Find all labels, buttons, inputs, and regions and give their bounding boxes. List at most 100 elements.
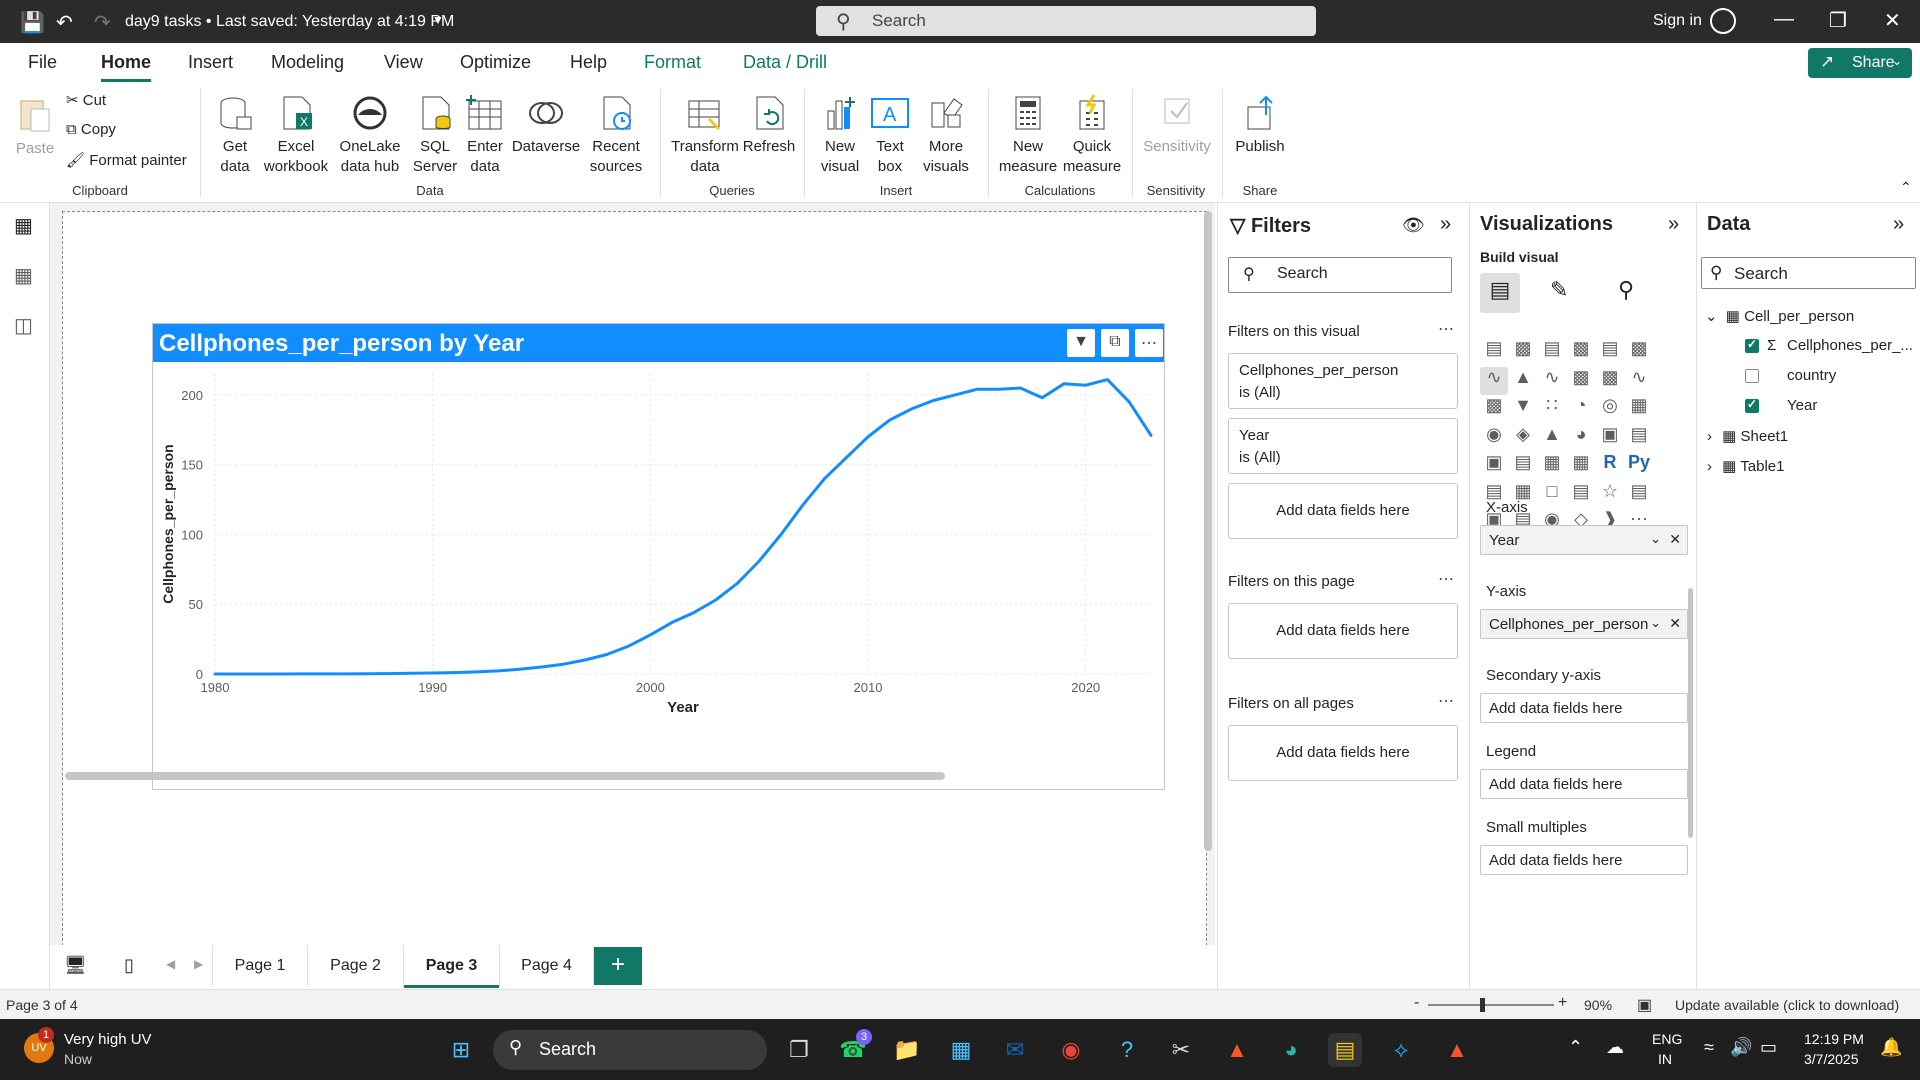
- volume-icon[interactable]: 🔊: [1730, 1037, 1752, 1058]
- field-checkbox[interactable]: [1745, 397, 1759, 413]
- enter-data-button[interactable]: Enter data: [462, 93, 508, 177]
- collapse-data-icon[interactable]: »: [1893, 213, 1904, 236]
- build-visual-tab[interactable]: ▤: [1480, 273, 1520, 313]
- remove-field-icon[interactable]: ✕: [1669, 615, 1681, 632]
- brave-icon[interactable]: ▲: [1440, 1033, 1474, 1067]
- data-search-input[interactable]: ⚲ Search: [1701, 257, 1916, 289]
- file-explorer-icon[interactable]: 📁: [890, 1033, 924, 1067]
- quick-measure-button[interactable]: Quick measure: [1062, 93, 1122, 177]
- tree-table-cell-per-person[interactable]: ⌄ ▦ Cell_per_person: [1705, 307, 1854, 325]
- minimize-icon[interactable]: —: [1774, 8, 1794, 31]
- battery-icon[interactable]: ▭: [1760, 1037, 1777, 1058]
- viz-scrollbar[interactable]: [1688, 588, 1693, 838]
- filter-icon[interactable]: ▼: [1067, 329, 1095, 357]
- new-visual-button[interactable]: New visual: [812, 93, 868, 177]
- waterfall-visual-icon[interactable]: ▩: [1480, 395, 1508, 423]
- stacked-bar-visual-icon[interactable]: ▤: [1480, 338, 1508, 366]
- filters-search-input[interactable]: ⚲ Search: [1228, 257, 1452, 293]
- page-tab-3[interactable]: Page 3: [404, 945, 500, 988]
- area-visual-icon[interactable]: ▲: [1509, 367, 1537, 395]
- report-view-icon[interactable]: ▦: [14, 213, 33, 238]
- tab-home[interactable]: Home: [101, 52, 152, 82]
- task-view-icon[interactable]: ❐: [782, 1033, 816, 1067]
- refresh-button[interactable]: Refresh: [742, 93, 796, 157]
- excel-workbook-button[interactable]: X Excel workbook: [262, 93, 330, 177]
- matrix-visual-icon[interactable]: ▦: [1567, 452, 1595, 480]
- brave-icon[interactable]: ▲: [1220, 1033, 1254, 1067]
- title-search-box[interactable]: ⚲ Search: [816, 6, 1316, 36]
- close-icon[interactable]: ✕: [1884, 8, 1901, 33]
- chevron-down-icon[interactable]: ▼: [432, 13, 444, 27]
- outlook-icon[interactable]: ✉: [998, 1033, 1032, 1067]
- cut-button[interactable]: ✂ Cut: [66, 91, 106, 109]
- tab-modeling[interactable]: Modeling: [271, 52, 344, 73]
- mobile-layout-icon[interactable]: ▯: [124, 955, 134, 976]
- text-box-button[interactable]: A Text box: [868, 93, 912, 177]
- field-checkbox[interactable]: [1745, 337, 1759, 353]
- tab-file[interactable]: File: [28, 52, 57, 73]
- pie-visual-icon[interactable]: ◔: [1567, 395, 1595, 423]
- python-visual-visual-icon[interactable]: Py: [1625, 452, 1653, 480]
- more-options-icon[interactable]: ⋯: [1438, 319, 1454, 339]
- tree-table-table1[interactable]: › ▦ Table1: [1707, 457, 1784, 475]
- zoom-in-icon[interactable]: +: [1558, 994, 1567, 1012]
- r-visual-visual-icon[interactable]: R: [1596, 452, 1624, 480]
- chevron-down-icon[interactable]: ⌄: [1650, 615, 1661, 631]
- collapse-filters-icon[interactable]: »: [1440, 213, 1451, 236]
- transform-data-button[interactable]: Transform data: [670, 93, 740, 177]
- model-view-icon[interactable]: ◫: [14, 313, 33, 338]
- chevron-down-icon[interactable]: ⌄: [1650, 531, 1661, 547]
- tab-help[interactable]: Help: [570, 52, 607, 73]
- update-available-link[interactable]: Update available (click to download): [1675, 997, 1899, 1013]
- filter-card-year[interactable]: Year is (All): [1228, 418, 1458, 474]
- slicer-visual-icon[interactable]: ▤: [1509, 452, 1537, 480]
- eye-icon[interactable]: 👁: [1402, 215, 1425, 236]
- chrome-icon[interactable]: ◉: [1054, 1033, 1088, 1067]
- line-chart-visual[interactable]: Cellphones_per_person by Year ▼ ⧉ ⋯ 0 50 1…: [152, 323, 1165, 790]
- more-options-icon[interactable]: ⋯: [1135, 329, 1163, 357]
- sensitivity-button[interactable]: Sensitivity: [1138, 93, 1216, 157]
- vertical-scrollbar[interactable]: [1204, 211, 1212, 851]
- onelake-button[interactable]: OneLake data hub: [332, 93, 408, 177]
- fit-to-page-icon[interactable]: ▣: [1637, 995, 1652, 1015]
- paginated-visual-icon[interactable]: ▤: [1625, 481, 1653, 509]
- sql-server-button[interactable]: SQL Server: [412, 93, 458, 177]
- store-icon[interactable]: ▦: [944, 1033, 978, 1067]
- scatter-visual-icon[interactable]: ∷: [1538, 395, 1566, 423]
- notifications-icon[interactable]: 🔔: [1880, 1037, 1902, 1058]
- filled-map-visual-icon[interactable]: ◈: [1509, 424, 1537, 452]
- document-title[interactable]: day9 tasks • Last saved: Yesterday at 4:…: [125, 13, 454, 31]
- multi-row-card-visual-icon[interactable]: ▤: [1625, 424, 1653, 452]
- add-page-filter-field[interactable]: Add data fields here: [1228, 603, 1458, 659]
- tab-optimize[interactable]: Optimize: [460, 52, 531, 73]
- gauge-visual-icon[interactable]: ◕: [1567, 424, 1595, 452]
- field-checkbox[interactable]: [1745, 369, 1759, 383]
- desktop-layout-icon[interactable]: 🖥: [64, 955, 87, 976]
- page-tab-2[interactable]: Page 2: [308, 945, 404, 987]
- snipping-tool-icon[interactable]: ✂: [1164, 1033, 1198, 1067]
- copy-button[interactable]: ⧉ Copy: [66, 121, 116, 138]
- tree-table-sheet1[interactable]: › ▦ Sheet1: [1707, 427, 1788, 445]
- language-primary[interactable]: ENG: [1652, 1031, 1682, 1047]
- help-icon[interactable]: ?: [1110, 1033, 1144, 1067]
- collapse-visualizations-icon[interactable]: »: [1668, 213, 1679, 236]
- table-view-icon[interactable]: ▦: [14, 263, 33, 288]
- add-visual-filter-field[interactable]: Add data fields here: [1228, 483, 1458, 539]
- page-tab-4[interactable]: Page 4: [500, 945, 594, 987]
- 100-column-visual-icon[interactable]: ▩: [1625, 338, 1653, 366]
- report-page[interactable]: Cellphones_per_person by Year ▼ ⧉ ⋯ 0 50 1…: [62, 211, 1207, 951]
- stacked-area-visual-icon[interactable]: ∿: [1538, 367, 1566, 395]
- funnel-visual-icon[interactable]: ▼: [1509, 395, 1537, 423]
- get-data-button[interactable]: Get data: [210, 93, 260, 177]
- weather-title[interactable]: Very high UV: [64, 1031, 152, 1048]
- line-clustered-visual-icon[interactable]: ▩: [1596, 367, 1624, 395]
- smart-narrative-visual-icon[interactable]: ▤: [1567, 481, 1595, 509]
- prev-page-icon[interactable]: ◀: [166, 957, 175, 971]
- more-options-icon[interactable]: ⋯: [1438, 691, 1454, 711]
- qa-visual-icon[interactable]: □: [1538, 481, 1566, 509]
- new-measure-button[interactable]: New measure: [996, 93, 1060, 177]
- stacked-column-visual-icon[interactable]: ▩: [1509, 338, 1537, 366]
- analytics-icon[interactable]: ⚲: [1618, 277, 1634, 303]
- zoom-slider[interactable]: [1428, 1004, 1554, 1006]
- line-column-visual-icon[interactable]: ▩: [1567, 367, 1595, 395]
